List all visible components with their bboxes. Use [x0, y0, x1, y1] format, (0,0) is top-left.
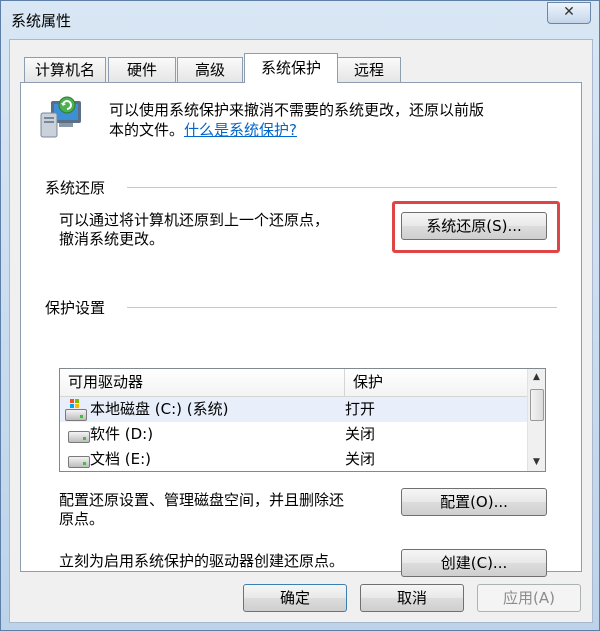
column-header-protection[interactable]: 保护	[345, 369, 536, 397]
drives-list[interactable]: 可用驱动器 保护 本地磁盘 (C:) (系统) 打开 软件 (D:) 关闭 文档…	[59, 368, 546, 472]
tab-label: 高级	[194, 61, 225, 79]
system-protection-icon	[40, 96, 81, 138]
drives-list-scrollbar[interactable]: ▲ ▼	[527, 369, 545, 471]
column-header-available-drives[interactable]: 可用驱动器	[60, 369, 345, 397]
what-is-system-protection-link[interactable]: 什么是系统保护?	[184, 121, 297, 139]
intro-line-2: 本的文件。什么是系统保护?	[109, 119, 297, 140]
restore-description-line-1: 可以通过将计算机还原到上一个还原点，	[59, 211, 330, 229]
drive-row[interactable]: 软件 (D:) 关闭	[60, 422, 528, 447]
drive-protection-status: 关闭	[345, 450, 376, 468]
tab-remote[interactable]: 远程	[337, 57, 401, 82]
drive-protection-status: 关闭	[345, 425, 376, 443]
drive-name: 软件 (D:)	[90, 425, 154, 443]
scroll-down-icon[interactable]: ▼	[528, 454, 545, 471]
tab-label: 系统保护	[260, 59, 321, 77]
tab-label: 硬件	[126, 61, 157, 79]
system-protection-panel: 可以使用系统保护来撤消不需要的系统更改，还原以前版 本的文件。什么是系统保护? …	[20, 82, 582, 577]
drive-name: 本地磁盘 (C:) (系统)	[90, 400, 229, 418]
divider	[127, 187, 557, 188]
scroll-thumb[interactable]	[530, 389, 544, 421]
ok-button[interactable]: 确定	[243, 584, 347, 612]
tab-system-protection[interactable]: 系统保护	[244, 53, 338, 83]
drive-protection-status: 打开	[345, 400, 376, 418]
drive-name: 文档 (E:)	[90, 450, 152, 468]
tab-label: 计算机名	[34, 61, 95, 79]
tab-advanced[interactable]: 高级	[177, 57, 243, 82]
drive-icon	[68, 456, 90, 468]
tab-hardware[interactable]: 硬件	[108, 57, 176, 82]
apply-button[interactable]: 应用(A)	[477, 584, 581, 612]
close-button[interactable]: ✕	[547, 2, 591, 24]
scroll-up-icon[interactable]: ▲	[528, 369, 545, 386]
tab-label: 远程	[353, 61, 384, 79]
configure-button[interactable]: 配置(O)...	[401, 488, 547, 516]
system-restore-group-title: 系统还原	[45, 179, 106, 197]
system-restore-button[interactable]: 系统还原(S)...	[401, 212, 547, 240]
intro-line-1: 可以使用系统保护来撤消不需要的系统更改，还原以前版	[109, 101, 485, 119]
create-description: 立刻为启用系统保护的驱动器创建还原点。	[59, 552, 345, 570]
dialog-client-area: 计算机名 硬件 高级 系统保护 远程 可以使用系统保护来撤消不需要的系统更改，还…	[9, 39, 593, 623]
system-drive-icon	[64, 399, 88, 421]
restore-description-line-2: 撤消系统更改。	[59, 230, 165, 248]
title-bar[interactable]: 系统属性 ✕	[1, 1, 599, 39]
tab-computer-name[interactable]: 计算机名	[24, 57, 106, 82]
close-icon: ✕	[563, 4, 575, 20]
intro-text: 本的文件。	[109, 121, 185, 139]
configure-description-line-1: 配置还原设置、管理磁盘空间，并且删除还	[59, 491, 345, 509]
drive-icon	[68, 431, 90, 443]
create-button[interactable]: 创建(C)...	[401, 549, 547, 577]
protection-settings-group-title: 保护设置	[45, 299, 106, 317]
window-title: 系统属性	[11, 12, 72, 30]
configure-description-line-2: 原点。	[59, 510, 105, 528]
drive-row[interactable]: 文档 (E:) 关闭	[60, 447, 528, 471]
cancel-button[interactable]: 取消	[360, 584, 464, 612]
system-properties-window: 系统属性 ✕ 计算机名 硬件 高级 系统保护 远程 可以使用系统保护来撤消不需要…	[0, 0, 600, 631]
divider	[127, 307, 557, 308]
drive-row[interactable]: 本地磁盘 (C:) (系统) 打开	[60, 397, 528, 422]
